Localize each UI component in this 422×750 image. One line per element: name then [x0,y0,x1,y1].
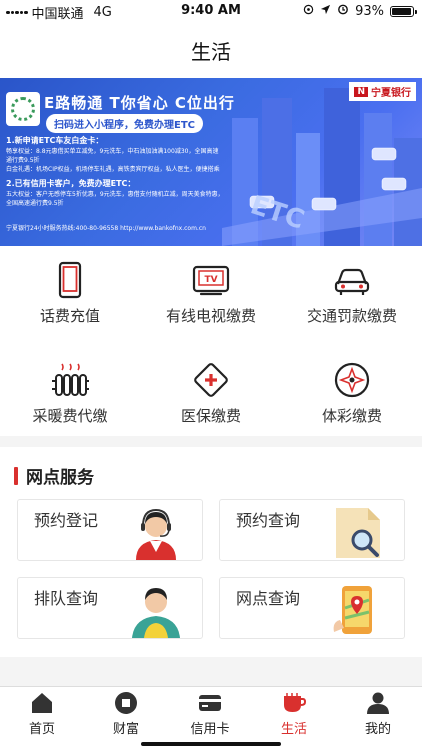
banner-line-1b: 通行费9.5折 [6,157,40,164]
navigation-icon [320,4,331,19]
tab-bar: 首页 财富 信用卡 生活 我的 [0,686,422,750]
service-label: 话费充值 [39,307,100,325]
qr-code [6,92,40,126]
service-medical-insurance[interactable]: 医保缴费 [141,346,281,432]
service-cable-tv[interactable]: TV 有线电视缴费 [141,246,281,332]
card-label: 预约查询 [236,511,301,530]
service-label: 体彩缴费 [321,407,382,425]
svg-text:TV: TV [204,275,217,285]
service-label: 有线电视缴费 [165,307,256,325]
branch-services-section: 网点服务 预约登记 预约查询 排队查询 网点查询 [0,447,422,657]
banner-footer: 宁夏银行24小时服务热线:400-80-96558 http://www.ban… [6,225,206,232]
tab-credit-card[interactable]: 信用卡 [168,687,252,737]
tab-label: 生活 [280,722,307,737]
location-icon [303,4,314,19]
service-label: 医保缴费 [180,407,241,425]
tab-wealth[interactable]: 财富 [84,687,168,737]
person-icon [132,588,180,638]
battery-percent: 93% [355,3,384,19]
tab-label: 信用卡 [190,722,230,737]
user-icon [367,692,389,714]
headset-agent-icon [136,508,176,560]
service-grid: 话费充值 TV 有线电视缴费 交通罚款缴费 采暖费代缴 医保缴费 体彩缴费 [0,246,422,436]
etc-promo-banner[interactable]: E路畅通 T你省心 C位出行 扫码进入小程序，免费办理ETC N 宁夏银行 1.新… [0,78,422,246]
banner-line-2b: 全国高速通行费9.5折 [6,200,64,207]
credit-card-icon [199,695,221,711]
nav-bar: 生活 [0,22,422,78]
bank-name: 宁夏银行 [371,88,411,99]
lottery-icon [334,362,370,398]
phone-icon [58,261,82,299]
card-queue-query[interactable]: 排队查询 [17,577,203,639]
bank-logo: N 宁夏银行 [349,82,416,101]
tab-label: 我的 [364,722,391,737]
banner-line-1a: 畅享权益：8.8元惠借买单立减免，9元洗车，中石油加油满100减30，全国高速 [6,148,219,155]
section-accent-bar [14,466,18,485]
card-appointment-register[interactable]: 预约登记 [17,499,203,561]
service-phone-topup[interactable]: 话费充值 [0,246,140,332]
alarm-icon [337,3,349,19]
tab-label: 财富 [112,722,139,737]
service-label: 交通罚款缴费 [306,307,397,325]
banner-pill: 扫码进入小程序，免费办理ETC [46,114,203,133]
service-heating[interactable]: 采暖费代缴 [0,346,140,432]
tab-home[interactable]: 首页 [0,687,84,737]
card-label: 预约登记 [34,511,99,530]
service-lottery[interactable]: 体彩缴费 [282,346,422,432]
banner-heading-2: 2.已有信用卡客户，免费办理ETC： [6,179,136,188]
battery-icon [390,5,417,17]
section-title: 网点服务 [26,468,94,488]
service-label: 采暖费代缴 [32,407,108,425]
section-header: 网点服务 [14,463,94,488]
card-label: 网点查询 [236,589,301,608]
tab-life[interactable]: 生活 [252,687,336,737]
card-branch-query[interactable]: 网点查询 [219,577,405,639]
map-phone-icon [333,586,372,634]
medical-icon [194,363,228,397]
banner-line-1c: 白金礼遇：机场CIP权益，机场停车礼遇，高铁贵宾厅权益，私人医生，便捷搭乘 [6,166,220,173]
service-traffic-fine[interactable]: 交通罚款缴费 [282,246,422,332]
wealth-icon [115,692,137,714]
car-icon [334,268,370,295]
card-appointment-query[interactable]: 预约查询 [219,499,405,561]
cup-icon [284,693,306,712]
tab-label: 首页 [28,722,55,737]
card-label: 排队查询 [34,589,99,608]
status-bar: 中国联通 4G 9:40 AM 93% [0,0,422,22]
document-search-icon [336,508,380,558]
home-icon [32,693,52,713]
tab-mine[interactable]: 我的 [336,687,420,737]
page-title: 生活 [191,39,231,64]
home-indicator [141,742,281,746]
banner-slogan: E路畅通 T你省心 C位出行 [44,94,235,112]
radiator-icon [52,363,89,396]
tv-icon: TV [192,265,230,296]
banner-heading-1: 1.新申请ETC车友白金卡： [6,136,104,145]
banner-line-2a: 五大权益：客户无感停车5折优惠，9元洗车，惠借支付随机立减，周天美食特惠， [6,191,224,198]
